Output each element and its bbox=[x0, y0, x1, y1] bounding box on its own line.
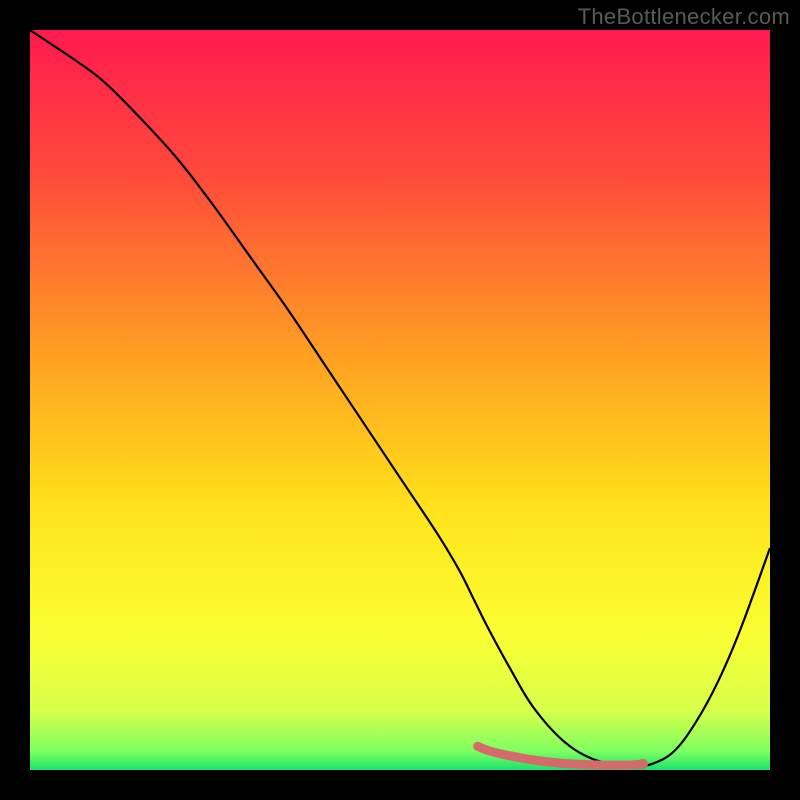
chart-frame: TheBottlenecker.com bbox=[0, 0, 800, 800]
bottleneck-chart bbox=[30, 30, 770, 770]
optimal-marker-dot bbox=[638, 759, 648, 769]
attribution-text: TheBottlenecker.com bbox=[578, 4, 790, 30]
gradient-background bbox=[30, 30, 770, 770]
plot-area bbox=[30, 30, 770, 770]
